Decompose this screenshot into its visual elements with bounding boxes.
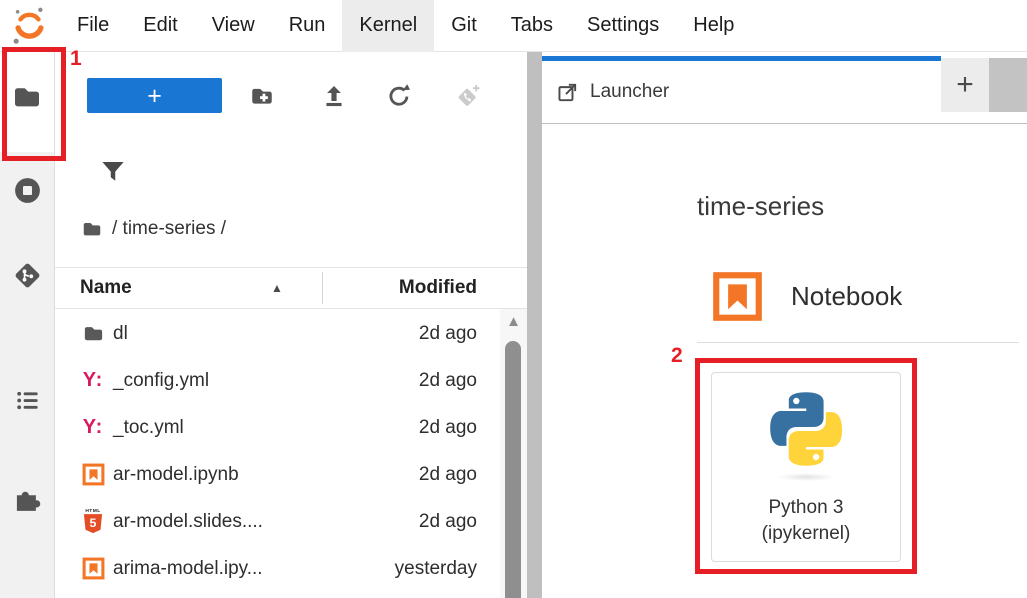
section-divider — [697, 342, 1019, 343]
menu-items: File Edit View Run Kernel Git Tabs Setti… — [60, 0, 751, 52]
file-modified: 2d ago — [419, 417, 477, 439]
launcher-icon — [556, 81, 579, 104]
menu-run[interactable]: Run — [272, 0, 343, 52]
sidebar-item-table-of-contents[interactable] — [0, 387, 54, 414]
folder-icon — [82, 322, 105, 345]
menu-kernel[interactable]: Kernel — [342, 0, 434, 52]
kernel-card-subtitle: (ipykernel) — [762, 521, 851, 547]
sidebar-item-extensions[interactable] — [0, 483, 54, 512]
tab-launcher[interactable]: Launcher — [542, 56, 941, 123]
tab-bar-empty-area — [989, 58, 1027, 112]
menu-git[interactable]: Git — [434, 0, 494, 52]
annotation-label-step1: 1 — [70, 47, 82, 71]
list-icon — [14, 387, 41, 414]
menu-view[interactable]: View — [195, 0, 272, 52]
upload-icon[interactable] — [321, 83, 347, 109]
menu-settings[interactable]: Settings — [570, 0, 676, 52]
file-row-ar-model-slides[interactable]: HTML 5 ar-model.slides.... 2d ago — [55, 498, 500, 545]
file-list-header: Name ▲ Modified — [55, 268, 500, 308]
file-list-scrollbar[interactable]: ▲ — [500, 309, 527, 598]
file-name: arima-model.ipy... — [113, 558, 263, 580]
file-modified: 2d ago — [419, 323, 477, 345]
file-list: dl 2d ago Y: _config.yml 2d ago Y: _toc.… — [55, 310, 500, 592]
file-modified: yesterday — [395, 558, 477, 580]
refresh-icon[interactable] — [386, 83, 412, 109]
file-name: dl — [113, 323, 128, 345]
left-sidebar — [0, 52, 55, 598]
sidebar-item-file-browser[interactable] — [0, 81, 54, 113]
menu-tabs[interactable]: Tabs — [494, 0, 570, 52]
notebook-icon — [82, 463, 105, 486]
file-name: ar-model.ipynb — [113, 464, 239, 486]
jupyterlab-window: File Edit View Run Kernel Git Tabs Setti… — [0, 0, 1027, 598]
scrollbar-up-icon[interactable]: ▲ — [500, 313, 527, 330]
tab-bar-divider — [542, 123, 1027, 124]
git-clone-icon-disabled[interactable] — [455, 83, 481, 109]
stop-circle-icon — [12, 175, 43, 206]
file-name: _config.yml — [113, 370, 209, 392]
sidebar-item-running-sessions[interactable] — [0, 175, 54, 206]
kernel-card-python3[interactable]: Python 3 (ipykernel) — [711, 372, 901, 562]
sidebar-item-git[interactable] — [0, 260, 54, 291]
yaml-icon: Y: — [83, 369, 104, 392]
notebook-section-header: Notebook — [712, 271, 902, 322]
panel-splitter-handle[interactable] — [527, 52, 542, 598]
new-launcher-button[interactable]: + — [87, 78, 222, 113]
filter-funnel-icon[interactable] — [98, 156, 128, 186]
breadcrumb: / time-series / — [81, 218, 226, 240]
kernel-card-title: Python 3 — [762, 495, 851, 521]
jupyter-logo-icon — [10, 5, 48, 47]
logo-shadow — [777, 473, 835, 481]
scrollbar-thumb[interactable] — [505, 341, 521, 598]
notebook-icon — [82, 557, 105, 580]
python-logo-icon — [763, 386, 849, 472]
svg-text:5: 5 — [90, 515, 97, 529]
breadcrumb-path[interactable]: / time-series / — [112, 218, 226, 240]
menu-edit[interactable]: Edit — [126, 0, 194, 52]
file-name: ar-model.slides.... — [113, 511, 263, 533]
folder-icon — [11, 81, 43, 113]
yaml-icon: Y: — [83, 416, 104, 439]
file-row-ar-model-ipynb[interactable]: ar-model.ipynb 2d ago — [55, 451, 500, 498]
divider — [55, 308, 527, 309]
file-row-config-yml[interactable]: Y: _config.yml 2d ago — [55, 357, 500, 404]
file-modified: 2d ago — [419, 370, 477, 392]
svg-text:HTML: HTML — [85, 507, 100, 513]
menu-bar: File Edit View Run Kernel Git Tabs Setti… — [0, 0, 1027, 52]
launcher-panel: + Launcher time-series Notebook — [542, 52, 1027, 598]
column-divider[interactable] — [322, 272, 323, 304]
tab-label: Launcher — [590, 81, 669, 103]
sort-ascending-icon[interactable]: ▲ — [271, 268, 283, 308]
annotation-label-step2: 2 — [671, 344, 683, 368]
file-row-dl[interactable]: dl 2d ago — [55, 310, 500, 357]
notebook-icon — [712, 271, 763, 322]
file-modified: 2d ago — [419, 464, 477, 486]
menu-help[interactable]: Help — [676, 0, 751, 52]
notebook-section-title: Notebook — [791, 281, 902, 312]
file-browser-panel: + / time-series / — [55, 52, 527, 598]
puzzle-icon — [13, 483, 42, 512]
menu-file[interactable]: File — [60, 0, 126, 52]
home-folder-icon[interactable] — [81, 218, 103, 240]
html-icon: HTML 5 — [81, 507, 105, 537]
launcher-cwd-title: time-series — [697, 191, 824, 222]
git-icon — [12, 260, 43, 291]
column-header-name[interactable]: Name — [80, 268, 132, 308]
new-tab-button[interactable]: + — [941, 58, 989, 112]
new-folder-icon[interactable] — [249, 83, 275, 109]
column-header-modified[interactable]: Modified — [399, 268, 477, 308]
file-row-arima-model-ipynb[interactable]: arima-model.ipy... yesterday — [55, 545, 500, 592]
file-name: _toc.yml — [113, 417, 184, 439]
file-row-toc-yml[interactable]: Y: _toc.yml 2d ago — [55, 404, 500, 451]
file-modified: 2d ago — [419, 511, 477, 533]
